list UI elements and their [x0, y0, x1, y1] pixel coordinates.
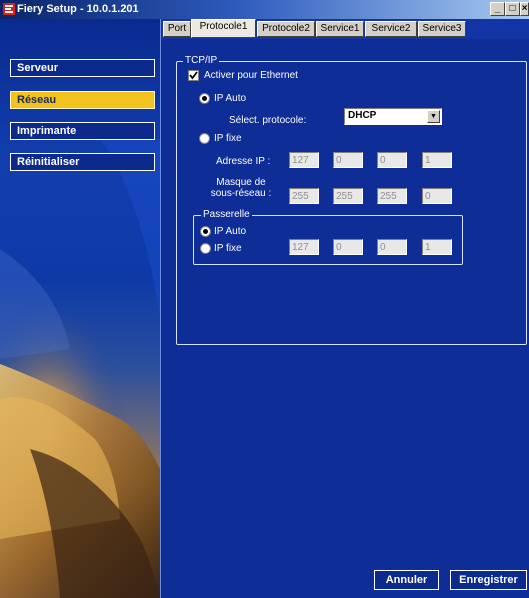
ip-address-label: Adresse IP :: [216, 156, 271, 167]
enable-ethernet-label: Activer pour Ethernet: [204, 70, 298, 81]
close-button[interactable]: ×: [520, 2, 529, 16]
fiery-setup-window: Fiery Setup - 10.0.1.201 _ □ × Serveur R…: [0, 0, 529, 598]
ip-auto-label: IP Auto: [214, 93, 247, 104]
gateway-ip-fixe-radio[interactable]: [200, 243, 211, 254]
ip-fixe-radio[interactable]: [199, 133, 210, 144]
maximize-button[interactable]: □: [505, 2, 520, 16]
gateway-ip-auto-label: IP Auto: [214, 226, 247, 237]
tab-protocole1[interactable]: Protocole1: [191, 19, 256, 38]
title-bar[interactable]: Fiery Setup - 10.0.1.201 _ □ ×: [0, 0, 529, 19]
gateway-ip-auto-radio[interactable]: [200, 226, 211, 237]
subnet-mask-label-line1: Masque de: [216, 177, 266, 188]
protocol-select-value: DHCP: [348, 110, 377, 121]
sidebar-item-imprimante[interactable]: Imprimante: [10, 122, 155, 140]
gateway-legend: Passerelle: [201, 209, 252, 220]
tab-service3[interactable]: Service3: [418, 21, 466, 37]
fiery-logo-icon: [3, 3, 15, 15]
sidebar-item-reseau[interactable]: Réseau: [10, 91, 155, 109]
ip-address-octet-4[interactable]: [422, 152, 452, 168]
subnet-mask-octet-2[interactable]: [333, 188, 363, 204]
ip-auto-radio[interactable]: [199, 93, 210, 104]
ip-address-octet-2[interactable]: [333, 152, 363, 168]
window-title: Fiery Setup - 10.0.1.201: [17, 3, 139, 15]
subnet-mask-octet-4[interactable]: [422, 188, 452, 204]
save-button[interactable]: Enregistrer: [450, 570, 527, 590]
tab-port[interactable]: Port: [163, 21, 191, 37]
tab-protocole2[interactable]: Protocole2: [257, 21, 315, 37]
sidebar: Serveur Réseau Imprimante Réinitialiser: [0, 19, 160, 598]
sidebar-item-reinitialiser[interactable]: Réinitialiser: [10, 153, 155, 171]
subnet-mask-octet-1[interactable]: [289, 188, 319, 204]
enable-ethernet-checkbox[interactable]: [188, 70, 199, 81]
tcpip-legend: TCP/IP: [183, 55, 220, 66]
gateway-octet-1[interactable]: [289, 239, 319, 255]
subnet-mask-octet-3[interactable]: [377, 188, 407, 204]
client-area: Serveur Réseau Imprimante Réinitialiser …: [0, 19, 529, 598]
protocol-label: Sélect. protocole:: [229, 115, 307, 126]
sidebar-item-serveur[interactable]: Serveur: [10, 59, 155, 77]
minimize-button[interactable]: _: [490, 2, 505, 16]
tab-strip: Port Protocole1 Protocole2 Service1 Serv…: [161, 19, 529, 39]
ip-address-octet-1[interactable]: [289, 152, 319, 168]
gateway-octet-4[interactable]: [422, 239, 452, 255]
tab-service2[interactable]: Service2: [365, 21, 417, 37]
checkmark-icon: [189, 71, 198, 80]
ip-fixe-label: IP fixe: [214, 133, 242, 144]
main-panel: Port Protocole1 Protocole2 Service1 Serv…: [160, 19, 529, 598]
ip-address-octet-3[interactable]: [377, 152, 407, 168]
subnet-mask-label-line2: sous-réseau :: [210, 188, 272, 199]
protocol-select[interactable]: DHCP ▼: [344, 108, 442, 125]
chevron-down-icon[interactable]: ▼: [427, 110, 440, 123]
gateway-ip-fixe-label: IP fixe: [214, 243, 242, 254]
cancel-button[interactable]: Annuler: [374, 570, 439, 590]
gateway-octet-2[interactable]: [333, 239, 363, 255]
gateway-octet-3[interactable]: [377, 239, 407, 255]
tab-service1[interactable]: Service1: [316, 21, 364, 37]
